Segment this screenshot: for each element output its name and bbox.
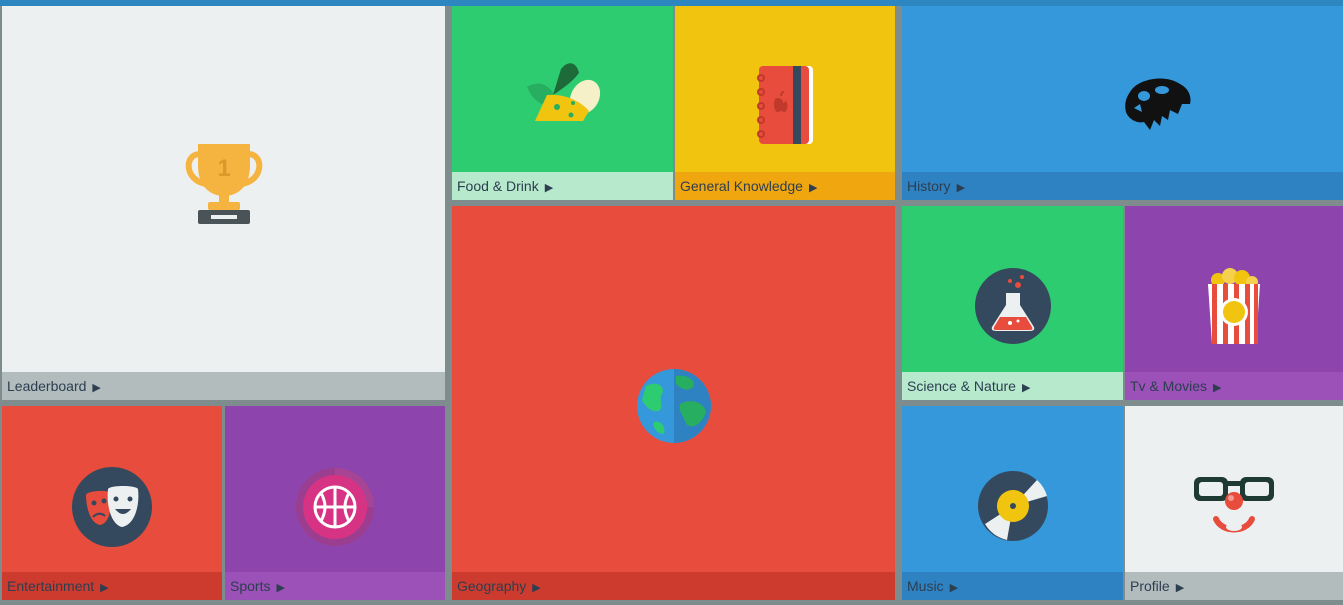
tile-tv-movies[interactable]: Tv & Movies ▶ (1125, 206, 1343, 400)
entertainment-label: Entertainment ▶ (2, 572, 222, 600)
tile-profile[interactable]: Profile ▶ (1125, 406, 1343, 600)
notebook-icon (753, 64, 817, 148)
history-label: History ▶ (902, 172, 1343, 200)
tile-general-knowledge[interactable]: General Knowledge ▶ (675, 6, 895, 200)
vinyl-record-icon (977, 470, 1049, 542)
geography-label: Geography ▶ (452, 572, 895, 600)
leaderboard-label: Leaderboard ▶ (2, 372, 445, 400)
arrow-icon: ▶ (949, 582, 959, 594)
profile-label-text: Profile (1130, 578, 1170, 594)
tile-music[interactable]: Music ▶ (902, 406, 1123, 600)
food-drink-label: Food & Drink ▶ (452, 172, 673, 200)
food-icon (523, 59, 603, 129)
science-nature-label: Science & Nature ▶ (902, 372, 1123, 400)
sports-label-text: Sports (230, 578, 271, 594)
flask-icon (974, 267, 1052, 345)
science-nature-label-text: Science & Nature (907, 378, 1016, 394)
arrow-icon: ▶ (1213, 382, 1222, 394)
dinosaur-skull-icon (1122, 74, 1194, 136)
theater-masks-icon (72, 466, 152, 547)
general-knowledge-label: General Knowledge ▶ (675, 172, 895, 200)
trophy-icon: 1 (182, 140, 266, 226)
tv-movies-label-text: Tv & Movies (1130, 378, 1208, 394)
food-drink-label-text: Food & Drink (457, 178, 539, 194)
globe-icon (636, 368, 712, 444)
basketball-icon (295, 467, 375, 547)
tile-geography[interactable]: Geography ▶ (452, 206, 895, 600)
music-label-text: Music (907, 578, 944, 594)
tile-entertainment[interactable]: Entertainment ▶ (2, 406, 222, 600)
arrow-icon: ▶ (1175, 582, 1185, 594)
arrow-icon: ▶ (92, 382, 101, 394)
arrow-icon: ▶ (1021, 382, 1031, 394)
tile-history[interactable]: History ▶ (902, 6, 1343, 200)
geography-label-text: Geography (457, 578, 527, 594)
entertainment-label-text: Entertainment (7, 578, 95, 594)
arrow-icon: ▶ (544, 182, 554, 194)
music-label: Music ▶ (902, 572, 1123, 600)
arrow-icon: ▶ (808, 182, 818, 194)
trophy-rank: 1 (217, 155, 230, 182)
popcorn-icon (1204, 266, 1264, 346)
tile-leaderboard[interactable]: 1 Leaderboard ▶ (2, 6, 445, 400)
sports-label: Sports ▶ (225, 572, 445, 600)
profile-label: Profile ▶ (1125, 572, 1343, 600)
general-knowledge-label-text: General Knowledge (680, 178, 803, 194)
tile-sports[interactable]: Sports ▶ (225, 406, 445, 600)
leaderboard-label-text: Leaderboard (7, 378, 87, 394)
arrow-icon: ▶ (532, 582, 541, 594)
tv-movies-label: Tv & Movies ▶ (1125, 372, 1343, 400)
history-label-text: History (907, 178, 951, 194)
tile-food-drink[interactable]: Food & Drink ▶ (452, 6, 673, 200)
arrow-icon: ▶ (100, 582, 109, 594)
tile-science-nature[interactable]: Science & Nature ▶ (902, 206, 1123, 400)
arrow-icon: ▶ (956, 182, 966, 194)
arrow-icon: ▶ (276, 582, 285, 594)
clown-glasses-icon (1192, 471, 1276, 541)
